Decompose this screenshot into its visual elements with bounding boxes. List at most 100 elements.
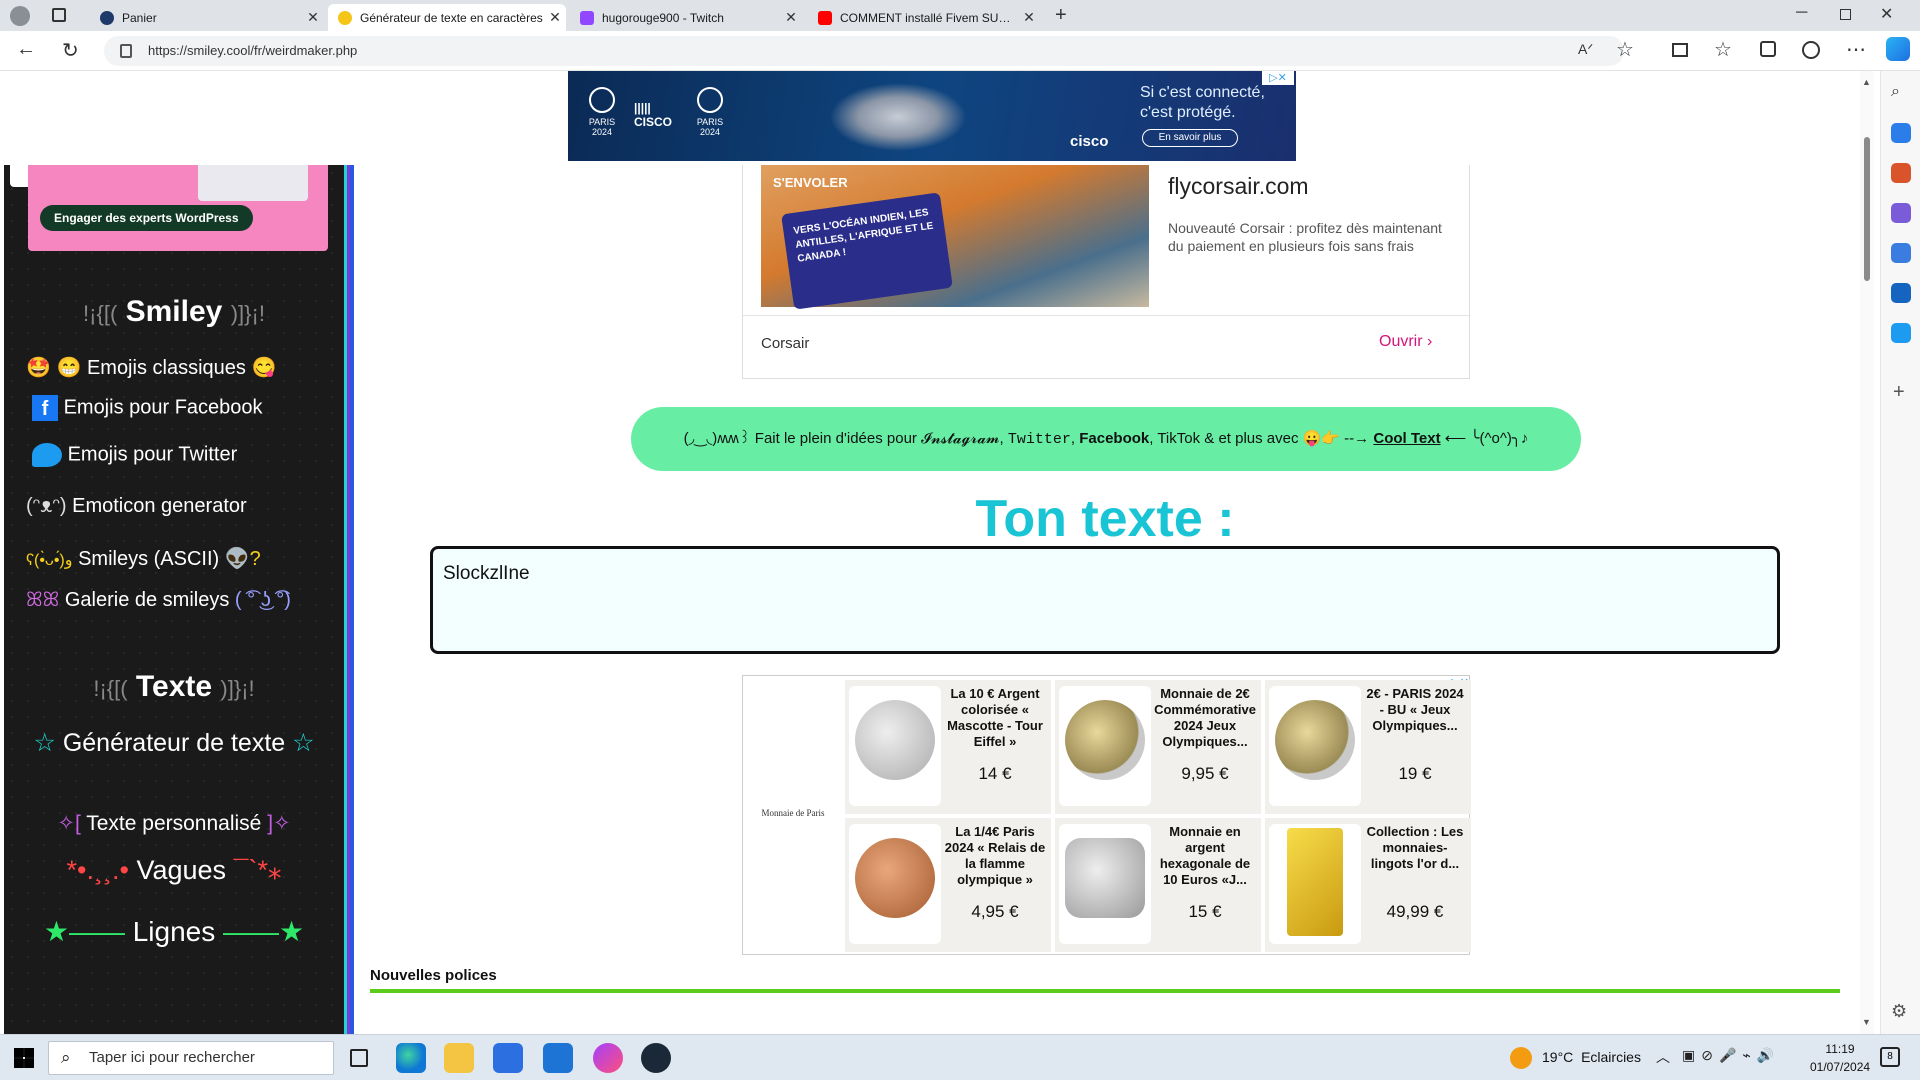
product-image <box>1059 824 1151 944</box>
nav-lignes[interactable]: ★—— Lignes ——★ <box>4 915 344 948</box>
tab-youtube[interactable]: COMMENT installé Fivem SUR PC ✕ <box>808 4 1040 31</box>
chevron-right-icon: › <box>1427 333 1433 350</box>
nav-texte-personnalise[interactable]: ✧[ Texte personnalisé ]✧ <box>4 811 344 836</box>
more-menu-icon[interactable]: ⋯ <box>1846 37 1866 62</box>
scroll-down-arrow[interactable]: ▼ <box>1862 1017 1871 1027</box>
notification-icon[interactable]: 8 <box>1880 1047 1900 1067</box>
wordpress-cta-button[interactable]: Engager des experts WordPress <box>40 205 253 231</box>
close-icon[interactable]: ✕ <box>780 9 802 26</box>
edge-sidebar: ⌕ + ⚙ <box>1880 71 1920 1034</box>
windows-start-icon[interactable] <box>14 1048 34 1068</box>
page-scrollbar[interactable]: ▲ ▼ <box>1860 71 1874 1034</box>
sidebar-color-stripe <box>344 165 354 1034</box>
nav-emojis-facebook[interactable]: f Emojis pour Facebook <box>32 395 263 421</box>
games-icon[interactable] <box>1891 203 1911 223</box>
product-tile[interactable]: 2€ - PARIS 2024 - BU « Jeux Olympiques..… <box>1265 680 1471 814</box>
close-icon[interactable]: ✕ <box>302 9 324 26</box>
send-icon[interactable] <box>1891 323 1911 343</box>
page-heading: Ton texte : <box>975 490 1235 548</box>
messenger-icon[interactable] <box>593 1043 623 1073</box>
product-tile[interactable]: La 10 € Argent colorisée « Mascotte - To… <box>845 680 1051 814</box>
shopping-icon[interactable] <box>1891 123 1911 143</box>
profile-icon[interactable] <box>10 6 30 26</box>
product-tile[interactable]: Monnaie de 2€ Commémorative 2024 Jeux Ol… <box>1055 680 1261 814</box>
clock[interactable]: 11:19 01/07/2024 <box>1810 1040 1870 1076</box>
read-aloud-icon[interactable]: Aᐟ <box>1578 41 1593 58</box>
ad-domain[interactable]: flycorsair.com <box>1168 173 1309 200</box>
cisco-small-logo: ||||| CISCO <box>634 101 673 129</box>
adchoices-icon[interactable]: ▷✕ <box>1262 71 1294 85</box>
section-title-smiley: !¡{[( Smiley )]}¡! <box>83 295 265 328</box>
nav-generateur-texte[interactable]: ☆ Générateur de texte ☆ <box>4 725 344 761</box>
nav-smileys-ascii[interactable]: ʕ(•̀ᴗ•́)و Smileys (ASCII) 👽? <box>26 546 261 571</box>
search-icon[interactable]: ⌕ <box>1891 83 1900 101</box>
nav-emoticon-generator[interactable]: (ᵔᴥᵔ) Emoticon generator <box>26 495 247 518</box>
corsair-ad-card[interactable]: S'ENVOLER VERS L'OCÉAN INDIEN, LES ANTIL… <box>742 165 1470 379</box>
tab-title: Panier <box>122 10 157 25</box>
close-icon[interactable]: ✕ <box>1018 9 1040 26</box>
split-screen-icon[interactable] <box>1672 43 1688 57</box>
copilot-icon[interactable] <box>1886 37 1910 61</box>
add-icon[interactable]: + <box>1893 381 1905 404</box>
luggage-tag: VERS L'OCÉAN INDIEN, LES ANTILLES, L'AFR… <box>781 192 953 310</box>
nav-emojis-classiques[interactable]: 🤩 😁 Emojis classiques 😋 <box>26 355 276 380</box>
sunglasses-favicon-icon <box>338 10 352 25</box>
edge-app-icon[interactable] <box>396 1043 426 1073</box>
tab-panier[interactable]: Panier ✕ <box>90 4 324 31</box>
nav-emojis-twitter[interactable]: Emojis pour Twitter <box>32 443 237 467</box>
product-tile[interactable]: Monnaie en argent hexagonale de 10 Euros… <box>1055 818 1261 952</box>
text-input[interactable]: SlockzlIne <box>430 546 1780 654</box>
cool-text-promo-banner: (◞‿◟)ʍʍ꒱ Fait le plein d'idées pour 𝓘𝓷𝓼𝓽… <box>631 407 1581 471</box>
chevron-up-icon[interactable]: ︿ <box>1656 1047 1670 1067</box>
wordpress-ad[interactable]: Engager des experts WordPress <box>28 165 328 251</box>
address-bar: ← ↻ https://smiley.cool/fr/weirdmaker.ph… <box>0 31 1920 71</box>
scroll-thumb[interactable] <box>1864 137 1870 281</box>
product-price: 15 € <box>1188 902 1222 921</box>
favorites-icon[interactable]: ☆ <box>1714 37 1732 62</box>
file-explorer-icon[interactable] <box>444 1043 474 1073</box>
monnaie-de-paris-ad[interactable]: Monnaie de Paris ▷✕ La 10 € Argent color… <box>742 675 1471 955</box>
favorite-star-icon[interactable]: ☆ <box>1616 37 1634 62</box>
tab-twitch[interactable]: hugorouge900 - Twitch ✕ <box>570 4 802 31</box>
taskbar-search[interactable]: ⌕ Taper ici pour rechercher <box>48 1041 334 1075</box>
tools-icon[interactable] <box>1891 163 1911 183</box>
minimize-button[interactable]: ─ <box>1796 4 1807 22</box>
restore-button[interactable] <box>1840 9 1851 20</box>
browser-essentials-icon[interactable] <box>1802 41 1820 59</box>
steam-icon[interactable] <box>641 1043 671 1073</box>
product-tile[interactable]: La 1/4€ Paris 2024 « Relais de la flamme… <box>845 818 1051 952</box>
tray-icons[interactable]: ▣⊘🎤⌁🔊 <box>1682 1047 1780 1064</box>
scroll-up-arrow[interactable]: ▲ <box>1862 77 1871 87</box>
product-tile[interactable]: Collection : Les monnaies-lingots l'or d… <box>1265 818 1471 952</box>
nav-vagues[interactable]: *•.¸¸.• Vagues ¯`*⁎ <box>4 855 344 886</box>
mail-icon[interactable] <box>543 1043 573 1073</box>
product-name: Collection : Les monnaies-lingots l'or d… <box>1366 824 1464 871</box>
new-tab-button[interactable]: + <box>1055 4 1067 27</box>
outlook-icon[interactable] <box>1891 283 1911 303</box>
ad-cta-button[interactable]: En savoir plus <box>1142 129 1238 147</box>
weather-widget[interactable]: 19°C Eclaircies <box>1542 1049 1641 1065</box>
tab-title: COMMENT installé Fivem SUR PC <box>840 10 1018 25</box>
close-icon[interactable]: ✕ <box>544 9 566 26</box>
collections-icon[interactable] <box>1760 41 1776 57</box>
open-ad-link[interactable]: Ouvrir › <box>1379 333 1432 351</box>
tab-generateur[interactable]: Générateur de texte en caractères ✕ <box>328 4 566 31</box>
microsoft365-icon[interactable] <box>1891 243 1911 263</box>
ad-description: Nouveauté Corsair : profitez dès mainten… <box>1168 220 1442 254</box>
lock-icon <box>120 44 132 58</box>
product-name: La 1/4€ Paris 2024 « Relais de la flamme… <box>944 824 1046 887</box>
cisco-banner-ad[interactable]: PARIS 2024 ||||| CISCO PARIS 2024 Si c'e… <box>568 71 1296 161</box>
url-field[interactable]: https://smiley.cool/fr/weirdmaker.php <box>104 36 1624 66</box>
store-icon[interactable] <box>493 1043 523 1073</box>
nav-galerie-smileys[interactable]: ꕤꕤ Galerie de smileys ( ͡° ͜ʖ ͡°) <box>26 589 291 612</box>
product-image <box>1269 824 1361 944</box>
tab-actions-icon[interactable] <box>52 8 66 22</box>
product-price: 49,99 € <box>1386 902 1444 921</box>
windows-taskbar: ⌕ Taper ici pour rechercher 19°C Eclairc… <box>0 1034 1920 1080</box>
refresh-icon[interactable]: ↻ <box>62 38 79 63</box>
close-window-button[interactable]: ✕ <box>1880 4 1893 24</box>
cool-text-link[interactable]: Cool Text <box>1373 430 1440 447</box>
settings-gear-icon[interactable]: ⚙ <box>1891 1001 1907 1022</box>
back-icon[interactable]: ← <box>16 38 36 61</box>
task-view-icon[interactable] <box>350 1049 368 1067</box>
